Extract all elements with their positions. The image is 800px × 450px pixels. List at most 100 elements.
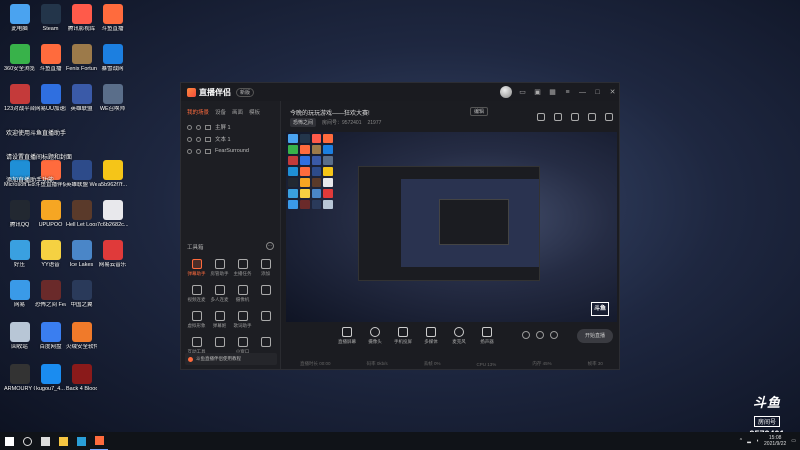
desktop-icon[interactable]: 好压 (4, 240, 35, 268)
desktop-icon[interactable]: 英雄联盟 WeGame版 (66, 160, 97, 188)
tool-button[interactable]: 摄像机 (231, 285, 254, 303)
douyu-taskbar-button[interactable] (90, 432, 108, 450)
tool-button[interactable]: 弹幕助手 (185, 259, 208, 277)
tool-button[interactable]: 添加 (254, 259, 277, 277)
desktop-icon[interactable]: 百度网盘 (35, 322, 66, 350)
source-item[interactable]: 主屏 1 (181, 121, 280, 133)
media-button[interactable]: 多媒体 (418, 327, 444, 345)
tool-button[interactable] (254, 285, 277, 303)
desktop-icon[interactable]: 中国之翼 (66, 280, 97, 308)
desktop-icon[interactable]: Ice Lakes (66, 240, 97, 268)
start-taskbar-button[interactable] (0, 432, 18, 450)
edit-button[interactable]: 编辑 (470, 107, 489, 116)
desktop-icon[interactable]: 腾讯QQ (4, 200, 35, 228)
share-screen-icon[interactable] (571, 113, 579, 121)
share-icon[interactable] (605, 113, 613, 121)
desktop-icon[interactable]: 恐怖之间 Fear surr... (35, 280, 66, 308)
tool-label: 主播任务 (233, 271, 252, 276)
tab-canvas[interactable]: 画面 (232, 108, 243, 116)
avatar[interactable] (500, 86, 512, 98)
tab-templates[interactable]: 模板 (249, 108, 260, 116)
menu-icon[interactable]: ≡ (563, 89, 572, 96)
clock[interactable]: 15:08 2021/9/22 (764, 435, 786, 447)
desktop-icon[interactable]: kugou7_4... (35, 364, 66, 392)
volume-icon[interactable]: ◖ (756, 438, 759, 444)
desktop-icon[interactable]: YY语音 (35, 240, 66, 268)
desktop-icon[interactable]: 网易UU加速器 (35, 84, 66, 112)
desktop-icon[interactable]: 斗鱼直播 (97, 4, 128, 32)
camera-button[interactable]: 摄像头 (362, 327, 388, 345)
file-explorer-taskbar-button[interactable] (54, 432, 72, 450)
desktop-icon[interactable]: 网易云音乐 (97, 240, 128, 268)
lock-icon[interactable] (196, 124, 201, 130)
desktop-icon[interactable]: 腾讯影视库 (66, 4, 97, 32)
desktop-icon[interactable]: 7c6b2682c... (97, 200, 128, 228)
more-icon[interactable]: ··· (266, 242, 274, 250)
desktop-icon[interactable]: 360安全浏览器 (4, 44, 35, 72)
desktop-icon[interactable]: 火绒安全软件 (66, 322, 97, 350)
desktop-icon[interactable]: Fenix Fortune -... (66, 44, 97, 72)
tool-button[interactable]: 房管助手 (208, 259, 231, 277)
desktop-icon[interactable]: UPUPOO (35, 200, 66, 228)
chevron-up-icon[interactable]: ^ (740, 438, 742, 444)
lock-icon[interactable] (196, 148, 201, 154)
version-badge[interactable]: 新版 (236, 87, 255, 97)
desktop-icon[interactable]: 此电脑 (4, 4, 35, 32)
tool-button[interactable]: 多人连麦 (208, 285, 231, 303)
search-taskbar-button[interactable] (18, 432, 36, 450)
desktop-icon[interactable]: 网易 (4, 280, 35, 308)
minimize-icon[interactable]: — (578, 89, 587, 96)
desktop-icon[interactable]: Back 4 Blood Beta (66, 364, 97, 392)
microphone-button[interactable]: 麦克风 (446, 327, 472, 345)
desktop-icon[interactable]: a5b962f7f... (97, 160, 128, 188)
tool-button[interactable]: 虚拟形象 (185, 311, 208, 329)
tool-button[interactable] (254, 311, 277, 329)
tool-button[interactable]: 主播任务 (231, 259, 254, 277)
tutorial-notice[interactable]: 斗鱼直播伴侣使用教程 (185, 353, 277, 365)
edge-taskbar-button[interactable] (72, 432, 90, 450)
phone-cast-button[interactable]: 手机投屏 (390, 327, 416, 345)
bell-icon[interactable] (588, 113, 596, 121)
link-icon[interactable] (536, 331, 544, 339)
gift-icon[interactable] (537, 113, 545, 121)
eye-icon[interactable] (187, 148, 192, 154)
desktop-icon[interactable]: 英雄联盟 (66, 84, 97, 112)
lock-icon[interactable] (196, 136, 201, 142)
desktop-icon[interactable]: 暴雪战网 (97, 44, 128, 72)
eye-icon[interactable] (187, 136, 192, 142)
settings-icon[interactable] (550, 331, 558, 339)
stream-preview[interactable]: 斗鱼 (286, 132, 617, 322)
close-icon[interactable]: ✕ (608, 88, 617, 96)
notification-icon[interactable]: ▭ (791, 438, 796, 444)
record-icon[interactable] (522, 331, 530, 339)
screen-share-button[interactable]: 直播屏幕 (334, 327, 360, 345)
eye-icon[interactable] (187, 124, 192, 130)
desktop-icon[interactable]: 123对战平台 (4, 84, 35, 112)
tab-scenes[interactable]: 我的场景 (187, 108, 209, 116)
tool-button[interactable]: 歌词助手 (231, 311, 254, 329)
chat-icon[interactable]: ▭ (518, 88, 527, 96)
tool-button[interactable]: 视频连麦 (185, 285, 208, 303)
heat-value: 21977 (367, 119, 382, 126)
tool-button[interactable]: 弹幕姬 (208, 311, 231, 329)
monitor-icon (342, 327, 352, 337)
desktop-icon[interactable]: 斗鱼直播 (35, 44, 66, 72)
maximize-icon[interactable]: □ (593, 89, 602, 96)
task-view-taskbar-button[interactable] (36, 432, 54, 450)
desktop-icon[interactable]: Steam (35, 4, 66, 32)
desktop-icon[interactable]: 回收站 (4, 322, 35, 350)
room-title[interactable]: 今晚的玩玩游戏——狂欢大赛! (290, 108, 370, 117)
gift-icon[interactable]: ▦ (548, 88, 557, 96)
desktop-icon[interactable]: ARMOURY CRATE (4, 364, 35, 392)
source-item[interactable]: FearSurround (181, 145, 280, 157)
start-live-button[interactable]: 开始直播 (577, 329, 613, 343)
screen-icon[interactable]: ▣ (533, 88, 542, 96)
desktop-icon[interactable]: WE召唤师 (97, 84, 128, 112)
tab-devices[interactable]: 设备 (215, 108, 226, 116)
desktop-icon[interactable]: Hell Let Loose (66, 200, 97, 228)
lock-icon[interactable] (554, 113, 562, 121)
category-tag[interactable]: 恐怖之间 (290, 118, 317, 127)
network-icon[interactable]: ▂ (747, 438, 751, 444)
speaker-button[interactable]: 扬声器 (474, 327, 500, 345)
source-item[interactable]: 文本 1 (181, 133, 280, 145)
